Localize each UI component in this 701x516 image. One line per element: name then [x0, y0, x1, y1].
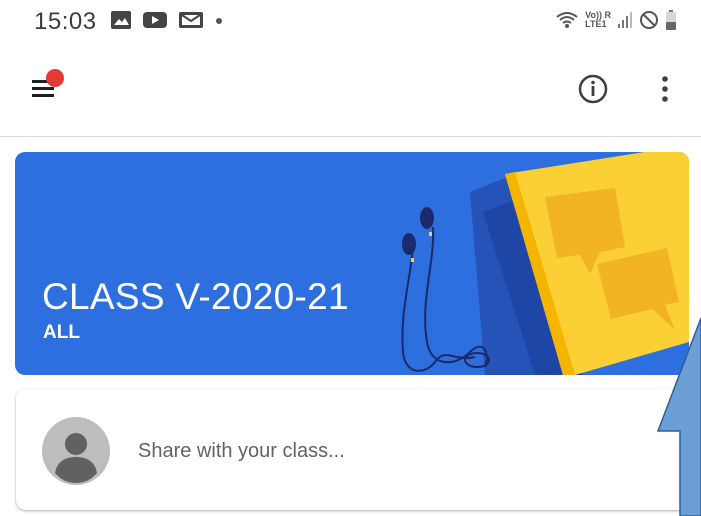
banner-illustration — [401, 152, 689, 375]
volte-lte-icon: Vo)) R LTE1 — [585, 11, 611, 29]
info-icon — [578, 74, 608, 104]
class-section: ALL — [43, 322, 80, 343]
system-status-icons: Vo)) R LTE1 — [555, 7, 677, 33]
share-with-class-card[interactable]: Share with your class... — [16, 389, 688, 510]
notification-icons — [110, 7, 224, 33]
share-placeholder: Share with your class... — [138, 440, 345, 462]
image-notification-icon — [111, 11, 131, 29]
more-options-button[interactable] — [650, 69, 680, 109]
menu-icon — [32, 69, 64, 97]
youtube-notification-icon — [143, 12, 167, 28]
classroom-screen: 15:03 Vo)) R LTE1 CLASS V-2020-21 ALL Sh… — [0, 0, 701, 516]
class-info-button[interactable] — [573, 69, 613, 109]
more-notifications-dot-icon — [216, 18, 222, 24]
do-not-disturb-icon — [640, 11, 658, 29]
more-vert-icon — [662, 76, 668, 102]
battery-icon — [666, 10, 676, 30]
status-bar: 15:03 Vo)) R LTE1 — [0, 0, 701, 44]
app-bar — [0, 44, 701, 137]
status-time: 15:03 — [34, 8, 97, 35]
lte-label: LTE1 — [585, 19, 607, 29]
gmail-notification-icon — [179, 12, 203, 28]
class-title: CLASS V-2020-21 — [42, 276, 349, 317]
signal-icon — [618, 12, 632, 28]
class-banner[interactable]: CLASS V-2020-21 ALL — [15, 152, 689, 375]
default-avatar-icon — [42, 417, 110, 485]
menu-button[interactable] — [22, 62, 72, 112]
wifi-icon — [556, 12, 578, 28]
